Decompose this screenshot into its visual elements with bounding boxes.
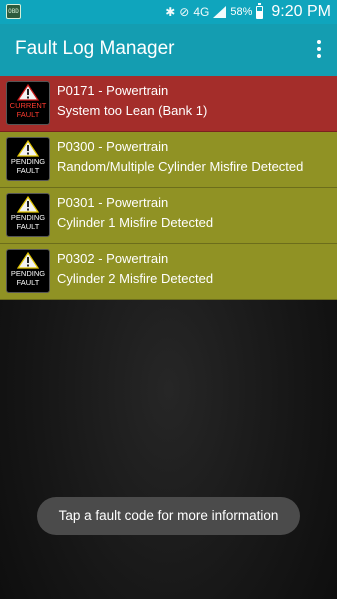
battery-icon (256, 2, 264, 19)
fault-row[interactable]: PENDING FAULT P0300 - Powertrain Random/… (0, 132, 337, 188)
fault-code: P0301 - Powertrain (57, 195, 169, 210)
fault-list: CURRENT FAULT P0171 - Powertrain System … (0, 76, 337, 300)
warning-triangle-icon (17, 140, 39, 157)
pending-fault-icon: PENDING FAULT (6, 249, 50, 293)
fault-row[interactable]: PENDING FAULT P0302 - Powertrain Cylinde… (0, 244, 337, 300)
fault-description: Cylinder 2 Misfire Detected (57, 271, 214, 286)
overflow-menu-icon[interactable] (315, 40, 323, 60)
vibrate-icon: ⊘ (179, 5, 190, 19)
status-badge: PENDING FAULT (10, 213, 46, 231)
status-badge: PENDING FAULT (10, 157, 46, 175)
fault-description: Random/Multiple Cylinder Misfire Detecte… (57, 159, 304, 174)
current-fault-icon: CURRENT FAULT (6, 81, 50, 125)
pending-fault-icon: PENDING FAULT (6, 137, 50, 181)
fault-code: P0300 - Powertrain (57, 139, 169, 154)
fault-description: Cylinder 1 Misfire Detected (57, 215, 214, 230)
fault-row[interactable]: CURRENT FAULT P0171 - Powertrain System … (0, 76, 337, 132)
signal-icon (213, 6, 227, 18)
status-badge: PENDING FAULT (10, 269, 46, 287)
fault-code: P0302 - Powertrain (57, 251, 169, 266)
app-notification-icon: OBD (6, 4, 21, 19)
warning-triangle-icon (17, 252, 39, 269)
content-area: CURRENT FAULT P0171 - Powertrain System … (0, 76, 337, 599)
clock: 9:20 PM (271, 3, 331, 20)
warning-triangle-icon (17, 196, 39, 213)
fault-description: System too Lean (Bank 1) (57, 103, 208, 118)
bluetooth-icon: ✱ (165, 5, 176, 19)
toast-message: Tap a fault code for more information (37, 497, 300, 535)
status-badge: CURRENT FAULT (9, 101, 47, 119)
status-bar: OBD ✱ ⊘ 4G 58% 9:20 PM (0, 0, 337, 24)
app-title: Fault Log Manager (15, 38, 175, 59)
lte-icon: 4G (193, 5, 210, 19)
fault-code: P0171 - Powertrain (57, 83, 169, 98)
status-icons: ✱ ⊘ 4G 58% 9:20 PM (165, 0, 331, 24)
app-bar: Fault Log Manager (0, 24, 337, 76)
warning-triangle-icon (17, 84, 39, 101)
pending-fault-icon: PENDING FAULT (6, 193, 50, 237)
battery-percent: 58% (230, 6, 253, 18)
fault-row[interactable]: PENDING FAULT P0301 - Powertrain Cylinde… (0, 188, 337, 244)
